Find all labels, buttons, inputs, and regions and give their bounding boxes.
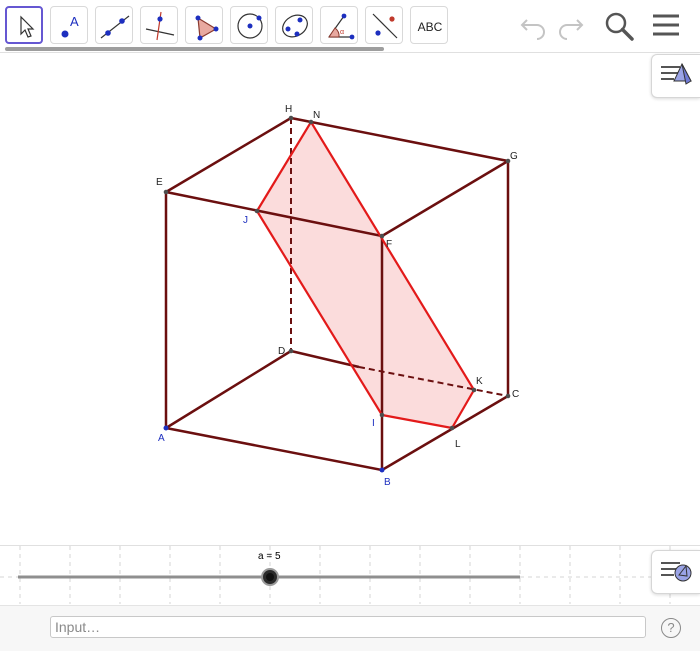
vertex-F[interactable] — [379, 233, 385, 239]
label-L: L — [455, 439, 461, 450]
label-B: B — [384, 477, 391, 488]
reflect-tool-button[interactable] — [365, 6, 403, 44]
polygon-icon — [195, 15, 219, 41]
circle-center-icon — [237, 13, 263, 39]
point-a-icon: A — [61, 14, 79, 38]
label-F: F — [386, 239, 392, 250]
graphics-view-2d[interactable]: a = 5 — [0, 546, 700, 604]
redo-icon — [559, 19, 584, 40]
angle-tool-button[interactable]: α — [320, 6, 358, 44]
input-bar: ? — [0, 605, 700, 651]
text-icon: ABC — [418, 20, 443, 34]
vertex-J[interactable] — [254, 208, 260, 214]
vertex-B[interactable] — [379, 467, 385, 473]
label-I: I — [372, 418, 375, 429]
line-through-points-icon — [100, 15, 130, 39]
graphics-view-3d[interactable]: A B C D E F G H I J K L N — [0, 53, 700, 545]
conic-ellipse-icon — [282, 14, 308, 38]
edge-AB[interactable] — [165, 426, 383, 472]
point-tool-button[interactable]: A — [50, 6, 88, 44]
text-tool-label: ABC — [418, 20, 443, 34]
hidden-edge-AD[interactable] — [165, 349, 292, 430]
label-G: G — [510, 151, 518, 162]
undo-button[interactable] — [518, 10, 548, 45]
vertex-H[interactable] — [288, 115, 294, 121]
vertex-A[interactable] — [163, 425, 169, 431]
search-button[interactable] — [603, 10, 635, 47]
vertex-L[interactable] — [449, 425, 455, 431]
label-J: J — [243, 215, 248, 226]
slider-a[interactable] — [0, 546, 700, 604]
vertex-C[interactable] — [505, 393, 511, 399]
label-E: E — [156, 177, 163, 188]
label-N: N — [313, 110, 320, 121]
undo-icon — [520, 19, 545, 40]
edge-EH[interactable] — [165, 116, 292, 194]
stylebar-2d-icon — [661, 562, 692, 582]
vertex-I[interactable] — [379, 412, 385, 418]
label-D: D — [278, 346, 285, 357]
edge-FG[interactable] — [381, 159, 509, 238]
graphics-2d-stylebar-toggle[interactable] — [651, 550, 700, 594]
perpendicular-line-tool-button[interactable] — [140, 6, 178, 44]
graphics-stylebar-toggle[interactable] — [651, 54, 700, 98]
stylebar-3d-icon — [661, 62, 692, 85]
move-tool-button[interactable] — [5, 6, 43, 44]
vertex-D[interactable] — [288, 348, 294, 354]
redo-button[interactable] — [556, 10, 586, 45]
algebra-input[interactable] — [51, 617, 645, 637]
polygon-tool-button[interactable] — [185, 6, 223, 44]
circle-center-point-tool-button[interactable] — [230, 6, 268, 44]
label-K: K — [476, 376, 483, 387]
help-button[interactable]: ? — [661, 618, 681, 638]
search-icon — [605, 12, 634, 41]
algebra-input-field[interactable] — [50, 616, 646, 638]
toolbar: A α ABC — [0, 0, 700, 51]
help-icon: ? — [667, 620, 675, 635]
label-C: C — [512, 389, 519, 400]
menu-icon — [653, 14, 679, 36]
reflect-about-line-icon — [372, 13, 398, 39]
angle-icon: α — [328, 13, 355, 40]
menu-button[interactable] — [651, 10, 681, 45]
svg-text:α: α — [340, 29, 344, 36]
slider-a-label: a = 5 — [258, 551, 281, 562]
label-A: A — [158, 433, 165, 444]
point-tool-letter: A — [70, 14, 79, 29]
toolbar-scrollbar[interactable] — [5, 47, 384, 51]
vertex-E[interactable] — [163, 189, 169, 195]
conic-tool-button[interactable] — [275, 6, 313, 44]
perpendicular-line-icon — [145, 11, 175, 41]
vertex-K[interactable] — [471, 387, 477, 393]
label-H: H — [285, 104, 292, 115]
line-tool-button[interactable] — [95, 6, 133, 44]
cursor-arrow-icon — [20, 15, 35, 38]
text-tool-button[interactable]: ABC — [410, 6, 448, 44]
